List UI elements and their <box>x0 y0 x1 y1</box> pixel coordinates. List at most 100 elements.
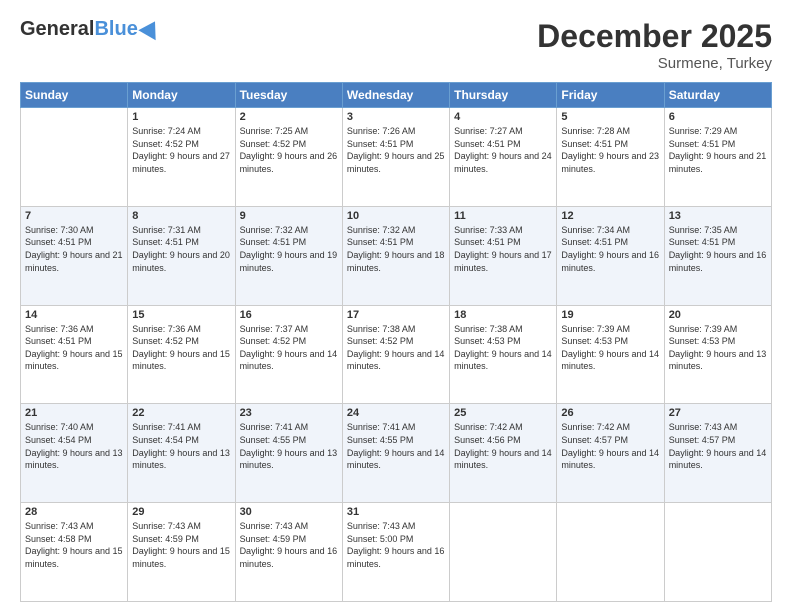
day-info: Sunrise: 7:36 AMSunset: 4:51 PMDaylight:… <box>25 323 123 373</box>
calendar-cell: 30 Sunrise: 7:43 AMSunset: 4:59 PMDayligh… <box>235 503 342 602</box>
day-info: Sunrise: 7:37 AMSunset: 4:52 PMDaylight:… <box>240 323 338 373</box>
calendar-cell: 13 Sunrise: 7:35 AMSunset: 4:51 PMDayligh… <box>664 206 771 305</box>
day-number: 28 <box>25 506 123 518</box>
day-number: 29 <box>132 506 230 518</box>
day-number: 5 <box>561 111 659 123</box>
day-number: 30 <box>240 506 338 518</box>
day-number: 11 <box>454 210 552 222</box>
day-info: Sunrise: 7:35 AMSunset: 4:51 PMDaylight:… <box>669 224 767 274</box>
day-number: 21 <box>25 407 123 419</box>
calendar-cell: 15Sunrise: 7:36 AMSunset: 4:52 PMDayligh… <box>128 305 235 404</box>
day-number: 10 <box>347 210 445 222</box>
calendar-cell: 28 Sunrise: 7:43 AMSunset: 4:58 PMDayligh… <box>21 503 128 602</box>
day-info: Sunrise: 7:32 AMSunset: 4:51 PMDaylight:… <box>240 224 338 274</box>
day-info: Sunrise: 7:41 AMSunset: 4:54 PMDaylight:… <box>132 421 230 471</box>
day-number: 1 <box>132 111 230 123</box>
calendar-week-1: 1 Sunrise: 7:24 AMSunset: 4:52 PMDaylight… <box>21 108 772 207</box>
day-number: 9 <box>240 210 338 222</box>
day-info: Sunrise: 7:31 AMSunset: 4:51 PMDaylight:… <box>132 224 230 274</box>
calendar-cell: 18Sunrise: 7:38 AMSunset: 4:53 PMDayligh… <box>450 305 557 404</box>
calendar-cell <box>450 503 557 602</box>
day-info: Sunrise: 7:43 AMSunset: 5:00 PMDaylight:… <box>347 520 445 570</box>
day-info: Sunrise: 7:25 AMSunset: 4:52 PMDaylight:… <box>240 125 338 175</box>
day-number: 4 <box>454 111 552 123</box>
day-info: Sunrise: 7:27 AMSunset: 4:51 PMDaylight:… <box>454 125 552 175</box>
calendar-cell: 24 Sunrise: 7:41 AMSunset: 4:55 PMDayligh… <box>342 404 449 503</box>
calendar-cell: 14 Sunrise: 7:36 AMSunset: 4:51 PMDayligh… <box>21 305 128 404</box>
day-header-wednesday: Wednesday <box>342 83 449 108</box>
day-info: Sunrise: 7:30 AMSunset: 4:51 PMDaylight:… <box>25 224 123 274</box>
day-number: 16 <box>240 309 338 321</box>
logo: GeneralBlue <box>20 18 160 41</box>
day-header-friday: Friday <box>557 83 664 108</box>
day-info: Sunrise: 7:43 AMSunset: 4:59 PMDaylight:… <box>240 520 338 570</box>
logo-triangle-icon <box>138 16 163 40</box>
calendar-cell: 27 Sunrise: 7:43 AMSunset: 4:57 PMDayligh… <box>664 404 771 503</box>
day-number: 31 <box>347 506 445 518</box>
calendar: SundayMondayTuesdayWednesdayThursdayFrid… <box>20 82 772 602</box>
calendar-cell: 1 Sunrise: 7:24 AMSunset: 4:52 PMDaylight… <box>128 108 235 207</box>
logo-general: General <box>20 18 94 41</box>
day-info: Sunrise: 7:38 AMSunset: 4:52 PMDaylight:… <box>347 323 445 373</box>
day-number: 19 <box>561 309 659 321</box>
calendar-cell: 23Sunrise: 7:41 AMSunset: 4:55 PMDayligh… <box>235 404 342 503</box>
calendar-cell: 6Sunrise: 7:29 AMSunset: 4:51 PMDaylight… <box>664 108 771 207</box>
day-info: Sunrise: 7:43 AMSunset: 4:57 PMDaylight:… <box>669 421 767 471</box>
day-info: Sunrise: 7:24 AMSunset: 4:52 PMDaylight:… <box>132 125 230 175</box>
day-number: 20 <box>669 309 767 321</box>
day-number: 15 <box>132 309 230 321</box>
calendar-week-2: 7 Sunrise: 7:30 AMSunset: 4:51 PMDaylight… <box>21 206 772 305</box>
day-number: 7 <box>25 210 123 222</box>
calendar-cell <box>557 503 664 602</box>
day-number: 17 <box>347 309 445 321</box>
calendar-cell: 12 Sunrise: 7:34 AMSunset: 4:51 PMDayligh… <box>557 206 664 305</box>
calendar-cell: 21Sunrise: 7:40 AMSunset: 4:54 PMDayligh… <box>21 404 128 503</box>
day-info: Sunrise: 7:43 AMSunset: 4:58 PMDaylight:… <box>25 520 123 570</box>
day-info: Sunrise: 7:42 AMSunset: 4:56 PMDaylight:… <box>454 421 552 471</box>
day-number: 27 <box>669 407 767 419</box>
day-info: Sunrise: 7:41 AMSunset: 4:55 PMDaylight:… <box>240 421 338 471</box>
calendar-cell: 4 Sunrise: 7:27 AMSunset: 4:51 PMDaylight… <box>450 108 557 207</box>
day-info: Sunrise: 7:41 AMSunset: 4:55 PMDaylight:… <box>347 421 445 471</box>
logo-blue: Blue <box>94 18 137 41</box>
day-info: Sunrise: 7:33 AMSunset: 4:51 PMDaylight:… <box>454 224 552 274</box>
calendar-cell: 19 Sunrise: 7:39 AMSunset: 4:53 PMDayligh… <box>557 305 664 404</box>
calendar-cell: 20 Sunrise: 7:39 AMSunset: 4:53 PMDayligh… <box>664 305 771 404</box>
calendar-cell: 26Sunrise: 7:42 AMSunset: 4:57 PMDayligh… <box>557 404 664 503</box>
calendar-cell: 11 Sunrise: 7:33 AMSunset: 4:51 PMDayligh… <box>450 206 557 305</box>
day-info: Sunrise: 7:34 AMSunset: 4:51 PMDaylight:… <box>561 224 659 274</box>
day-info: Sunrise: 7:39 AMSunset: 4:53 PMDaylight:… <box>669 323 767 373</box>
month-year: December 2025 <box>537 18 772 55</box>
day-header-saturday: Saturday <box>664 83 771 108</box>
calendar-cell: 31 Sunrise: 7:43 AMSunset: 5:00 PMDayligh… <box>342 503 449 602</box>
day-info: Sunrise: 7:32 AMSunset: 4:51 PMDaylight:… <box>347 224 445 274</box>
calendar-cell: 3Sunrise: 7:26 AMSunset: 4:51 PMDaylight… <box>342 108 449 207</box>
calendar-header-row: SundayMondayTuesdayWednesdayThursdayFrid… <box>21 83 772 108</box>
day-number: 6 <box>669 111 767 123</box>
header: GeneralBlue December 2025 Surmene, Turke… <box>20 18 772 72</box>
day-number: 8 <box>132 210 230 222</box>
day-info: Sunrise: 7:43 AMSunset: 4:59 PMDaylight:… <box>132 520 230 570</box>
page: GeneralBlue December 2025 Surmene, Turke… <box>0 0 792 612</box>
calendar-cell: 22 Sunrise: 7:41 AMSunset: 4:54 PMDayligh… <box>128 404 235 503</box>
calendar-cell: 25Sunrise: 7:42 AMSunset: 4:56 PMDayligh… <box>450 404 557 503</box>
day-number: 22 <box>132 407 230 419</box>
calendar-cell: 17 Sunrise: 7:38 AMSunset: 4:52 PMDayligh… <box>342 305 449 404</box>
calendar-cell: 16 Sunrise: 7:37 AMSunset: 4:52 PMDayligh… <box>235 305 342 404</box>
calendar-cell <box>21 108 128 207</box>
logo-text: GeneralBlue <box>20 18 160 41</box>
day-number: 3 <box>347 111 445 123</box>
day-number: 12 <box>561 210 659 222</box>
day-number: 26 <box>561 407 659 419</box>
day-info: Sunrise: 7:39 AMSunset: 4:53 PMDaylight:… <box>561 323 659 373</box>
day-number: 14 <box>25 309 123 321</box>
day-info: Sunrise: 7:38 AMSunset: 4:53 PMDaylight:… <box>454 323 552 373</box>
location: Surmene, Turkey <box>537 55 772 72</box>
day-info: Sunrise: 7:28 AMSunset: 4:51 PMDaylight:… <box>561 125 659 175</box>
day-header-tuesday: Tuesday <box>235 83 342 108</box>
day-header-thursday: Thursday <box>450 83 557 108</box>
day-header-sunday: Sunday <box>21 83 128 108</box>
calendar-cell: 7 Sunrise: 7:30 AMSunset: 4:51 PMDaylight… <box>21 206 128 305</box>
day-number: 24 <box>347 407 445 419</box>
day-number: 13 <box>669 210 767 222</box>
